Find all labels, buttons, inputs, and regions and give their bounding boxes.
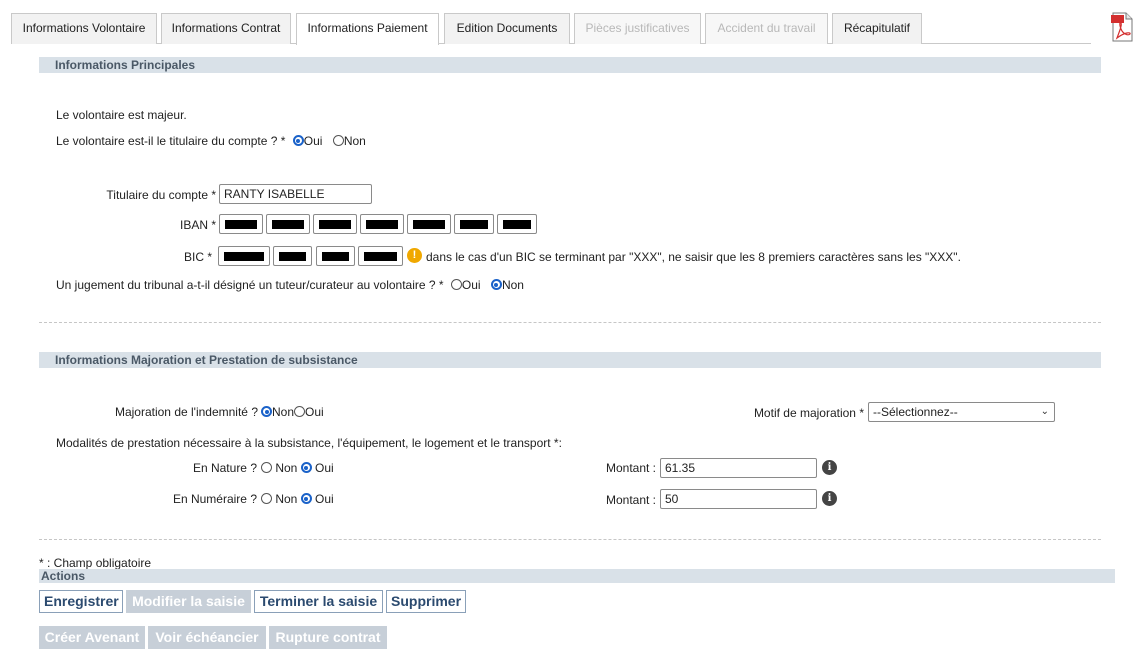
pdf-icon[interactable] — [1111, 12, 1133, 42]
nature-radio-group: Non Oui — [261, 461, 334, 475]
tuteur-no-radio[interactable] — [490, 279, 502, 290]
account-holder-input[interactable] — [219, 184, 372, 204]
enregistrer-button[interactable]: Enregistrer — [39, 590, 123, 613]
majoration-radio-group: Non Oui — [261, 405, 324, 419]
majeur-text: Le volontaire est majeur. — [56, 108, 187, 122]
bic-note: dans le cas d'un BIC se terminant par "X… — [426, 250, 961, 264]
nature-label: En Nature ? — [192, 461, 257, 475]
modalites-text: Modalités de prestation nécessaire à la … — [56, 436, 562, 450]
majoration-no-label: Non — [272, 405, 295, 419]
majoration-question: Majoration de l'indemnité ? — [114, 405, 258, 419]
section-header-majoration: Informations Majoration et Prestation de… — [39, 352, 1101, 368]
divider — [39, 322, 1101, 323]
chevron-down-icon: ⌄ — [1040, 406, 1049, 417]
required-footnote: * : Champ obligatoire — [39, 556, 152, 570]
bic-field-1[interactable] — [218, 246, 270, 266]
iban-field-5[interactable] — [407, 214, 451, 234]
tuteur-question: Un jugement du tribunal a-t-il désigné u… — [56, 278, 524, 292]
tab-informations-paiement[interactable]: Informations Paiement — [296, 13, 439, 45]
tab-informations-contrat[interactable]: Informations Contrat — [161, 13, 291, 44]
tab-recapitulatif[interactable]: Récapitulatif — [832, 13, 922, 44]
tab-accident-du-travail: Accident du travail — [705, 13, 828, 44]
bic-field-3[interactable] — [316, 246, 355, 266]
numeraire-radio-group: Non Oui — [261, 492, 334, 506]
titulaire-yes-radio[interactable] — [292, 135, 304, 146]
bic-field-4[interactable] — [358, 246, 403, 266]
bic-label: BIC * — [183, 250, 212, 264]
terminer-saisie-button[interactable]: Terminer la saisie — [254, 590, 383, 613]
numeraire-no-label: Non — [275, 492, 298, 506]
tab-bar: Informations Volontaire Informations Con… — [11, 13, 1091, 45]
titulaire-yes-label: Oui — [303, 134, 323, 148]
motif-select-value: --Sélectionnez-- — [873, 405, 958, 419]
numeraire-no-radio[interactable] — [261, 493, 272, 504]
tab-edition-documents[interactable]: Edition Documents — [444, 13, 570, 44]
iban-field-7[interactable] — [497, 214, 537, 234]
numeraire-label: En Numéraire ? — [172, 492, 257, 506]
bic-field-2[interactable] — [273, 246, 312, 266]
motif-label: Motif de majoration * — [753, 406, 864, 420]
nature-no-label: Non — [275, 461, 298, 475]
numeraire-amount-label: Montant : — [605, 493, 656, 507]
tuteur-yes-label: Oui — [461, 278, 481, 292]
section-header-principal: Informations Principales — [39, 57, 1101, 73]
iban-field-6[interactable] — [454, 214, 494, 234]
nature-amount-input[interactable] — [660, 458, 817, 478]
majoration-no-radio[interactable] — [261, 406, 272, 417]
divider — [39, 539, 1101, 540]
motif-select[interactable]: --Sélectionnez-- ⌄ — [868, 402, 1055, 422]
numeraire-amount-input[interactable] — [660, 489, 817, 509]
iban-label: IBAN * — [179, 218, 216, 232]
info-icon[interactable]: i — [822, 491, 837, 506]
iban-field-4[interactable] — [360, 214, 404, 234]
nature-amount-label: Montant : — [605, 461, 656, 475]
actions-header: Actions — [39, 569, 1115, 583]
numeraire-yes-label: Oui — [315, 492, 334, 506]
nature-yes-label: Oui — [315, 461, 334, 475]
warning-icon: ! — [407, 248, 422, 263]
majoration-yes-radio[interactable] — [294, 406, 306, 417]
supprimer-button[interactable]: Supprimer — [386, 590, 466, 613]
titulaire-question-label: Le volontaire est-il le titulaire du com… — [56, 134, 286, 148]
nature-no-radio[interactable] — [261, 462, 272, 473]
tab-pieces-justificatives: Pièces justificatives — [574, 13, 701, 44]
numeraire-yes-radio[interactable] — [300, 493, 312, 504]
modifier-saisie-button: Modifier la saisie — [126, 590, 251, 613]
account-holder-label: Titulaire du compte * — [106, 188, 216, 202]
tuteur-yes-radio[interactable] — [450, 279, 462, 290]
titulaire-no-label: Non — [343, 134, 366, 148]
titulaire-no-radio[interactable] — [332, 135, 344, 146]
titulaire-question: Le volontaire est-il le titulaire du com… — [56, 134, 366, 148]
nature-yes-radio[interactable] — [300, 462, 312, 473]
tuteur-no-label: Non — [501, 278, 524, 292]
iban-field-2[interactable] — [266, 214, 310, 234]
iban-field-1[interactable] — [219, 214, 263, 234]
majoration-yes-label: Oui — [305, 405, 324, 419]
info-icon[interactable]: i — [822, 460, 837, 475]
tab-informations-volontaire[interactable]: Informations Volontaire — [11, 13, 157, 44]
iban-field-3[interactable] — [313, 214, 357, 234]
tuteur-question-label: Un jugement du tribunal a-t-il désigné u… — [56, 278, 444, 292]
